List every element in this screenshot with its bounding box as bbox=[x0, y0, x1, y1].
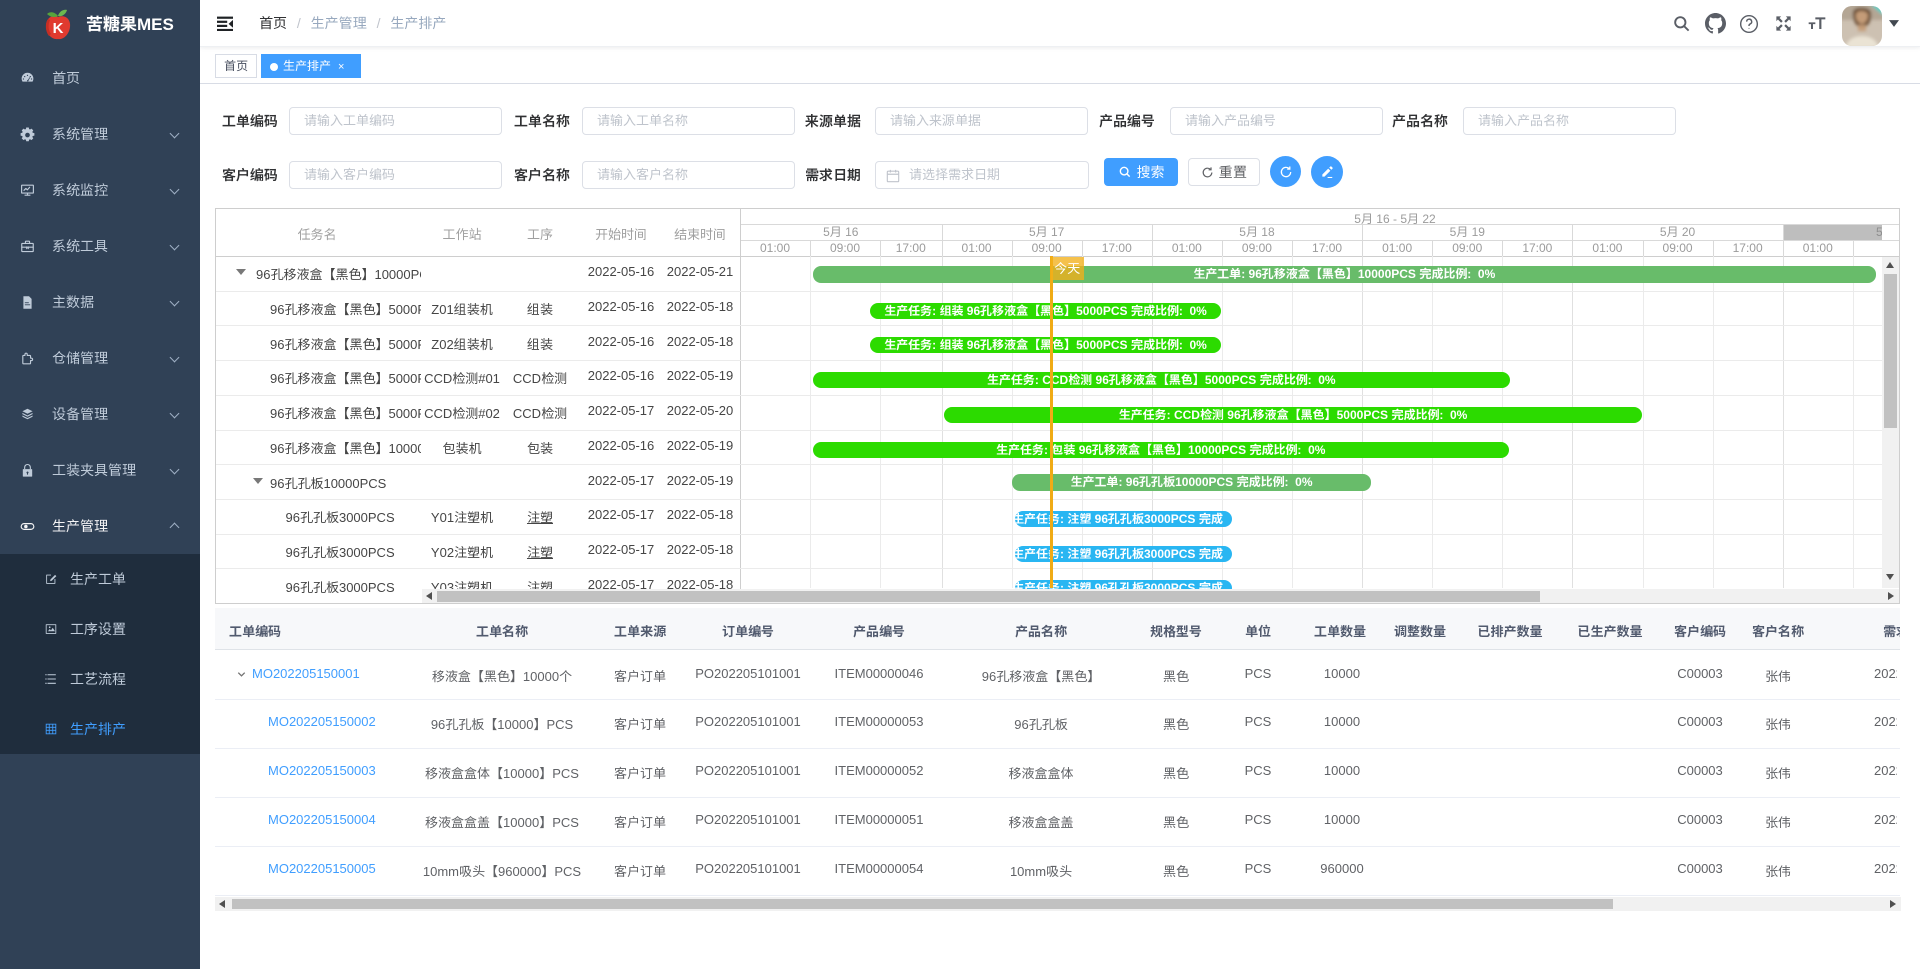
svg-text:K: K bbox=[53, 20, 64, 37]
